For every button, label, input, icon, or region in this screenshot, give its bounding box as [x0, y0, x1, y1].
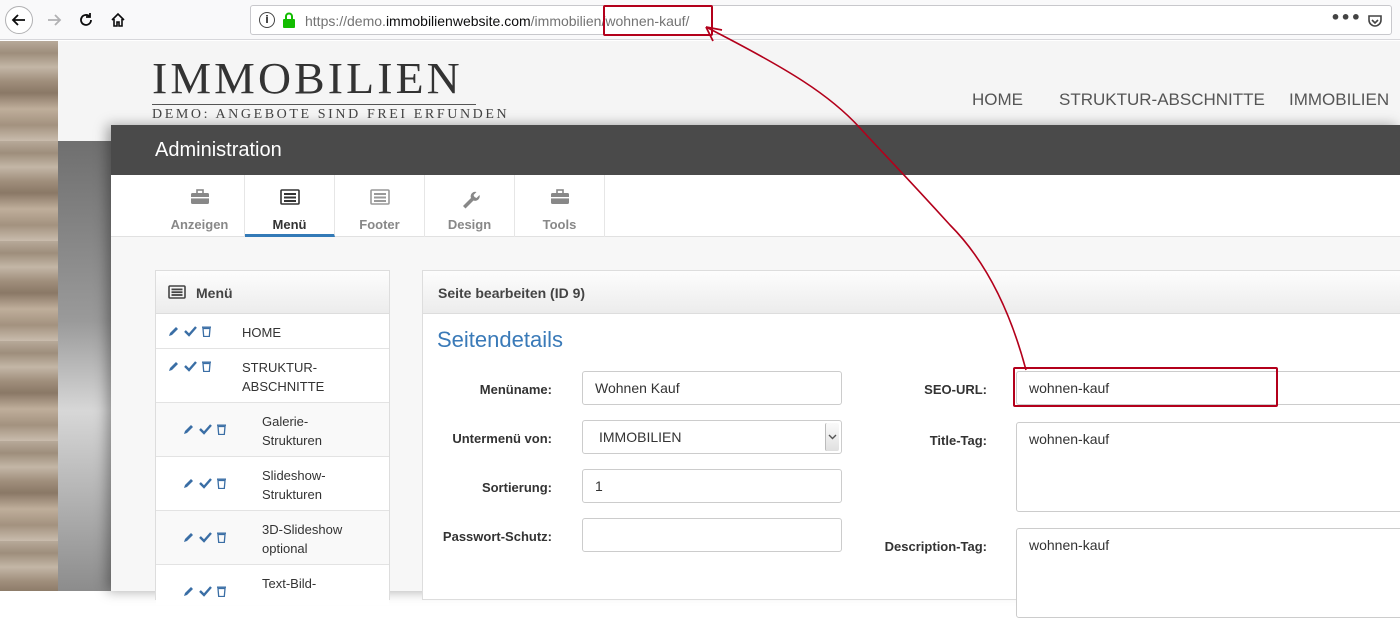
- annotation-arrow: [705, 26, 1027, 371]
